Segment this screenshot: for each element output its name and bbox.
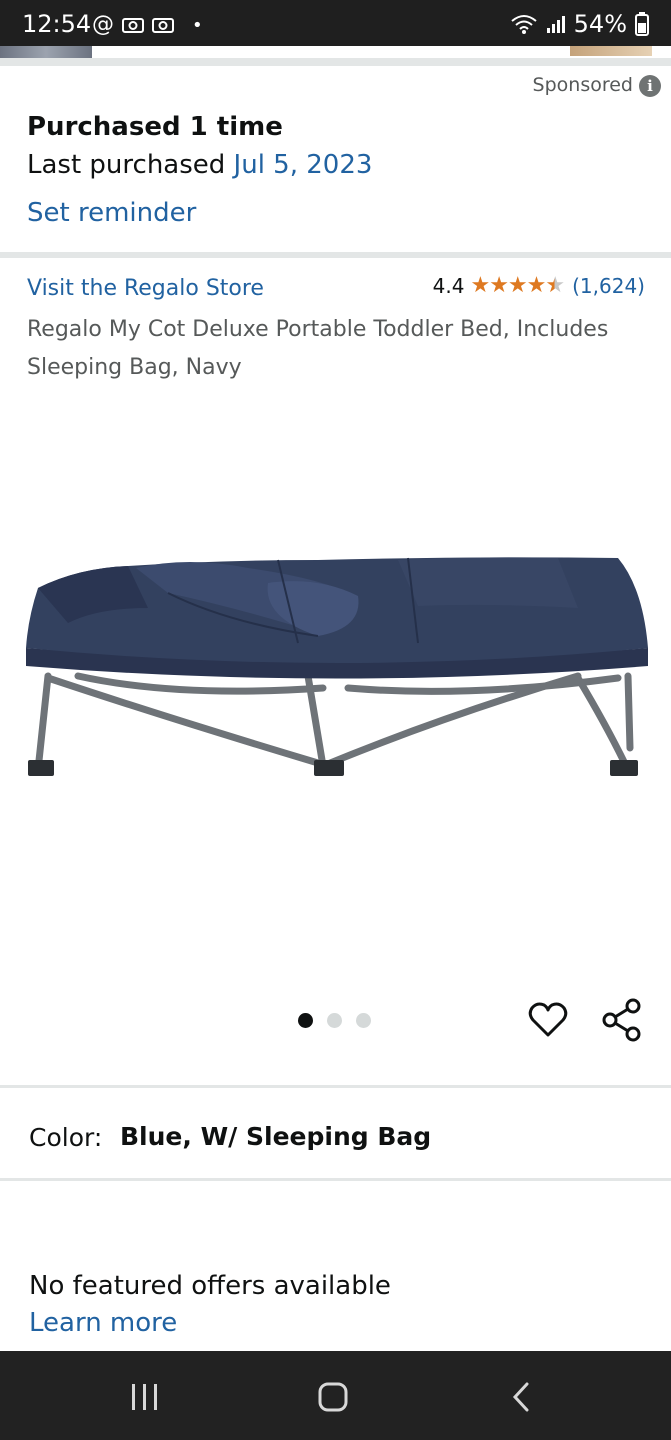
image-carousel-dots	[298, 1013, 371, 1028]
carousel-dot[interactable]	[298, 1013, 313, 1028]
color-value[interactable]: Blue, W/ Sleeping Bag	[120, 1122, 431, 1151]
battery-percent: 54%	[573, 10, 627, 38]
battery-icon	[635, 12, 649, 36]
recent-apps-icon	[132, 1384, 157, 1410]
section-divider	[0, 252, 671, 258]
carousel-dot[interactable]	[356, 1013, 371, 1028]
purchase-count-heading: Purchased 1 time	[27, 112, 283, 142]
home-icon	[318, 1382, 348, 1412]
color-label: Color:	[29, 1123, 103, 1152]
carousel-dot[interactable]	[327, 1013, 342, 1028]
recent-apps-button[interactable]	[115, 1376, 175, 1418]
star-icon: ★	[507, 273, 528, 298]
last-purchased-date-link[interactable]: Jul 5, 2023	[234, 150, 373, 180]
more-notifications-dot: •	[192, 14, 203, 36]
star-icon: ★	[489, 273, 509, 298]
half-star-icon: ★	[545, 273, 565, 298]
rating-value: 4.4	[432, 273, 465, 298]
product-title: Regalo My Cot Deluxe Portable Toddler Be…	[27, 317, 609, 380]
at-sign-icon: @	[92, 12, 114, 37]
star-icon: ★	[526, 273, 547, 298]
back-button[interactable]	[491, 1376, 551, 1418]
status-time: 12:54	[22, 10, 92, 38]
section-divider	[0, 58, 671, 66]
back-icon	[512, 1382, 529, 1412]
share-icon[interactable]	[600, 997, 644, 1043]
ad-thumbnail-left	[0, 46, 92, 58]
info-icon[interactable]: i	[639, 75, 661, 97]
star-icon: ★	[470, 273, 490, 298]
heart-icon[interactable]	[527, 999, 569, 1041]
store-link[interactable]: Visit the Regalo Store	[27, 276, 264, 301]
rating-summary[interactable]: 4.4 ★ ★ ★ ★ ★ (1,624)	[433, 273, 645, 298]
section-divider	[0, 1178, 671, 1181]
ad-thumbnail-right	[570, 46, 652, 56]
last-purchased-line: Last purchased Jul 5, 2023	[27, 150, 372, 180]
section-divider	[0, 1085, 671, 1088]
last-purchased-label: Last purchased	[27, 150, 226, 180]
home-button[interactable]	[303, 1376, 363, 1418]
star-rating: ★ ★ ★ ★ ★	[470, 273, 565, 298]
learn-more-link[interactable]: Learn more	[29, 1308, 177, 1338]
wifi-icon	[511, 15, 537, 34]
signal-icon	[546, 16, 565, 33]
camera-icon	[122, 18, 144, 33]
review-count-link[interactable]: (1,624)	[572, 274, 645, 298]
camera-icon-2	[152, 18, 174, 33]
status-bar: 12:54 @ • 54%	[0, 0, 671, 48]
sponsored-label: Sponsored	[532, 74, 633, 96]
no-offers-message: No featured offers available	[29, 1271, 391, 1301]
notification-icons: @ •	[92, 14, 203, 36]
product-image[interactable]	[18, 548, 654, 788]
set-reminder-link[interactable]: Set reminder	[27, 198, 196, 228]
status-right: 54%	[510, 10, 649, 38]
